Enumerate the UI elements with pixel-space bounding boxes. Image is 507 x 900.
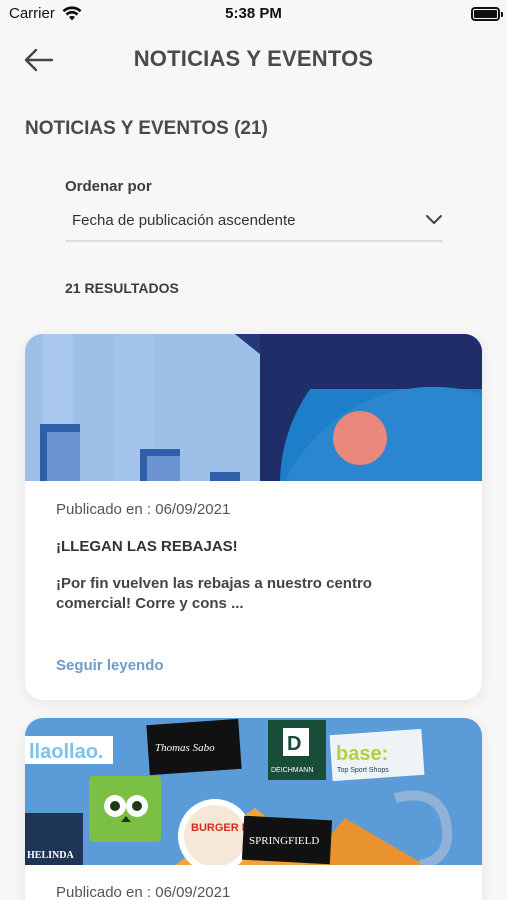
- svg-text:D: D: [287, 733, 301, 755]
- section-title: NOTICIAS Y EVENTOS (21): [25, 118, 268, 140]
- page-title: NOTICIAS Y EVENTOS: [133, 46, 374, 71]
- results-count: 21 RESULTADOS: [65, 280, 179, 296]
- news-card[interactable]: llaollao. Thomas Sabo D DEICHMANN base: …: [25, 718, 482, 900]
- section-count: (21): [234, 118, 268, 139]
- news-excerpt: ¡Por fin vuelven las rebajas a nuestro c…: [56, 575, 372, 612]
- chevron-down-icon: [426, 215, 442, 224]
- brand-helinda: HELINDA: [27, 850, 74, 861]
- clock: 5:38 PM: [225, 5, 282, 22]
- brand-base: base:: [336, 743, 388, 765]
- brand-deichmann: DEICHMANN: [271, 767, 313, 774]
- news-title: ¡LLEGAN LAS REBAJAS!: [56, 538, 238, 555]
- news-image: [25, 334, 482, 481]
- sort-dropdown[interactable]: Fecha de publicación ascendente: [65, 202, 443, 242]
- status-bar: Carrier 5:38 PM: [0, 0, 507, 30]
- section-title-text: NOTICIAS Y EVENTOS: [25, 118, 229, 139]
- brand-top-sport-shops: Top Sport Shops: [337, 767, 389, 774]
- brand-llaollao: llaollao.: [29, 741, 103, 763]
- news-image: llaollao. Thomas Sabo D DEICHMANN base: …: [25, 718, 482, 865]
- sort-selected-value: Fecha de publicación ascendente: [72, 212, 296, 229]
- read-more-link[interactable]: Seguir leyendo: [56, 657, 164, 674]
- brand-thomas-sabo: Thomas Sabo: [155, 742, 215, 754]
- news-card[interactable]: Publicado en : 06/09/2021 ¡LLEGAN LAS RE…: [25, 334, 482, 700]
- publish-date: Publicado en : 06/09/2021: [56, 501, 231, 518]
- publish-date: Publicado en : 06/09/2021: [56, 884, 231, 900]
- sort-label: Ordenar por: [65, 178, 152, 195]
- brand-springfield: SPRINGFIELD: [249, 835, 319, 847]
- battery-icon: [471, 7, 503, 21]
